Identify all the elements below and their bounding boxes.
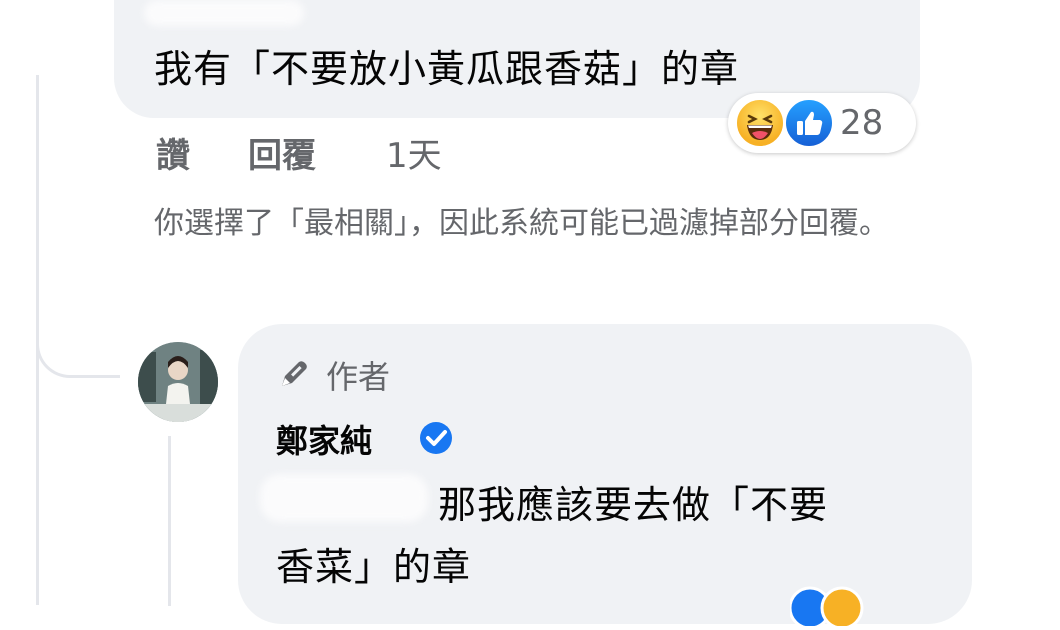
avatar[interactable]	[138, 342, 218, 422]
like-button[interactable]: 讚	[156, 128, 190, 177]
reply-thread-line	[168, 436, 171, 606]
filter-notice: 你選擇了「最相關」，因此系統可能已過濾掉部分回覆。	[154, 206, 889, 241]
reply-text-line-1: 那我應該要去做「不要	[438, 483, 829, 527]
reply-reactions[interactable]	[788, 586, 930, 630]
redacted-commenter-name	[144, 0, 304, 26]
comment-timestamp[interactable]: 1天	[386, 128, 442, 177]
author-badge-label: 作者	[326, 358, 391, 396]
comment-reactions[interactable]: 28	[728, 93, 916, 153]
redacted-mention	[260, 474, 428, 522]
comment-text: 我有「不要放小黃瓜跟香菇」的章	[154, 47, 740, 91]
pencil-icon	[276, 356, 312, 400]
thread-connector-curve	[36, 300, 120, 378]
reply-button[interactable]: 回覆	[248, 128, 316, 177]
laugh-reaction-icon	[735, 98, 785, 148]
like-reaction-icon	[784, 98, 834, 148]
reaction-count: 28	[840, 103, 884, 143]
verified-badge-icon	[418, 420, 454, 460]
reply-text-line-2: 香菜」的章	[276, 545, 472, 589]
reply-author-name[interactable]: 鄭家純	[276, 416, 372, 462]
